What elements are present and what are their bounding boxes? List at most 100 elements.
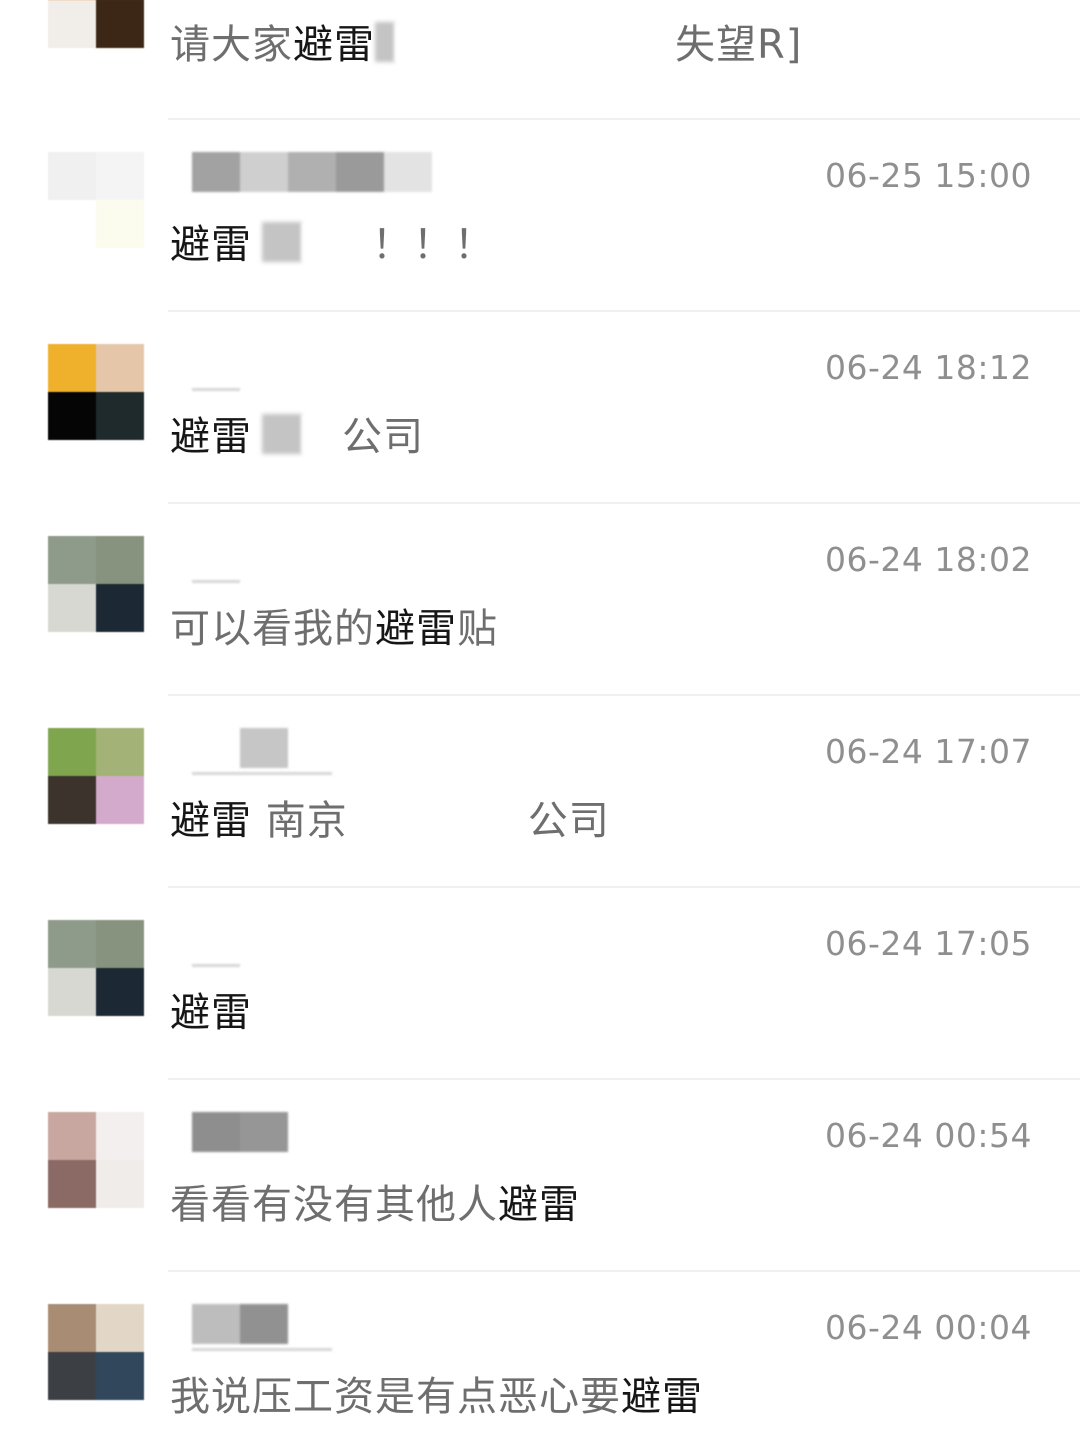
comment-time: 06-24 18:02 [825,540,1032,579]
avatar-pixel [48,1112,96,1160]
username-pixel [240,920,288,960]
avatar[interactable] [48,1112,144,1208]
avatar-pixel [96,1352,144,1400]
username-underline [192,580,240,583]
username-pixel [192,152,240,192]
comment-text-suffix: 公司 [342,414,424,460]
username-pixel [192,1112,240,1152]
avatar[interactable] [48,920,144,1016]
username-pixel [240,152,288,192]
divider [168,1270,1080,1272]
username-pixel [192,920,240,960]
comment-item[interactable]: 06-24 17:05 避雷 [0,920,1080,1112]
comment-text-suffix: 失望R] [675,22,803,68]
divider [168,1078,1080,1080]
comment-text: 避雷 南京 公司 [170,788,610,846]
avatar[interactable] [48,0,144,48]
avatar-pixel [96,344,144,392]
keyword-highlight: 避雷 [170,414,252,460]
comment-text: 可以看我的避雷贴 [170,596,498,654]
avatar-pixel [48,344,96,392]
avatar[interactable] [48,152,144,248]
username-blurred[interactable] [192,344,288,384]
comment-text: 看看有没有其他人避雷 [170,1172,580,1230]
avatar-pixel [48,1160,96,1208]
avatar-pixel [96,776,144,824]
avatar-pixel [96,0,144,48]
comment-text-after-keyword: 南京 [252,798,348,844]
username-underline [192,772,332,775]
redaction-mask [375,22,395,62]
redaction-mask [302,222,372,262]
comment-list: 请大家避雷 失望R] 06-25 15:00 避雷！！！ 06-24 18:12 避雷 公司… [0,0,1080,1440]
comment-time: 06-24 00:04 [825,1308,1032,1347]
username-blurred[interactable] [192,152,432,192]
comment-text-prefix: 请大家 [170,22,293,68]
avatar-pixel [48,776,96,824]
avatar-pixel [48,728,96,776]
comment-time: 06-24 18:12 [825,348,1032,387]
avatar[interactable] [48,1304,144,1400]
comment-text-after-keyword: 贴 [457,606,498,652]
keyword-highlight: 避雷 [170,990,252,1036]
divider [168,886,1080,888]
username-pixel [240,536,288,576]
redaction-mask [407,798,528,838]
comment-text: 避雷 公司 [170,404,424,462]
avatar-pixel [48,536,96,584]
avatar-pixel [96,584,144,632]
redaction-mask [395,22,525,62]
username-pixel [192,344,240,384]
username-underline [192,1348,332,1351]
keyword-highlight: 避雷 [170,222,252,268]
comment-item[interactable]: 06-24 00:04 我说压工资是有点恶心要避雷 [0,1304,1080,1440]
redaction-mask [252,414,262,454]
avatar-pixel [96,1160,144,1208]
avatar-pixel [48,152,96,200]
comment-item[interactable]: 请大家避雷 失望R] [0,0,1080,144]
comment-text-prefix: 看看有没有其他人 [170,1182,498,1228]
keyword-highlight: 避雷 [621,1374,703,1420]
comment-text: 避雷 [170,980,252,1038]
comment-text-suffix: 公司 [527,798,610,844]
comment-item[interactable]: 06-24 18:12 避雷 公司 [0,344,1080,536]
comment-item[interactable]: 06-24 18:02 可以看我的避雷贴 [0,536,1080,728]
username-blurred[interactable] [192,536,288,576]
avatar-pixel [48,1304,96,1352]
comment-time: 06-25 15:00 [825,156,1032,195]
divider [168,118,1080,120]
avatar-pixel [96,1304,144,1352]
comment-item[interactable]: 06-25 15:00 避雷 ！！！ [0,152,1080,344]
comment-text: 我说压工资是有点恶心要避雷 [170,1364,703,1422]
divider [168,502,1080,504]
redaction-mask [302,414,342,454]
username-pixel [240,728,288,768]
avatar-pixel [96,968,144,1016]
divider [168,694,1080,696]
avatar[interactable] [48,536,144,632]
avatar-pixel [96,392,144,440]
comment-item[interactable]: 06-24 00:54 看看有没有其他人避雷 [0,1112,1080,1304]
username-blurred[interactable] [192,1304,288,1344]
username-underline [192,388,240,391]
avatar-pixel [48,1352,96,1400]
username-underline [192,964,240,967]
username-blurred[interactable] [192,728,288,768]
username-pixel [240,1304,288,1344]
redaction-mask [525,22,675,62]
avatar[interactable] [48,344,144,440]
avatar-pixel [48,920,96,968]
avatar-pixel [48,968,96,1016]
comment-text-prefix: 我说压工资是有点恶心要 [170,1374,621,1420]
comment-item[interactable]: 06-24 17:07 避雷 南京 公司 [0,728,1080,920]
comment-text: 请大家避雷 失望R] [170,12,802,70]
avatar-pixel [96,920,144,968]
avatar-pixel [48,392,96,440]
username-blurred[interactable] [192,1112,288,1152]
avatar[interactable] [48,728,144,824]
avatar-pixel [96,152,144,200]
username-pixel [192,536,240,576]
username-blurred[interactable] [192,920,288,960]
comment-text: 避雷 ！！！ [170,212,495,270]
avatar-pixel [48,0,96,48]
